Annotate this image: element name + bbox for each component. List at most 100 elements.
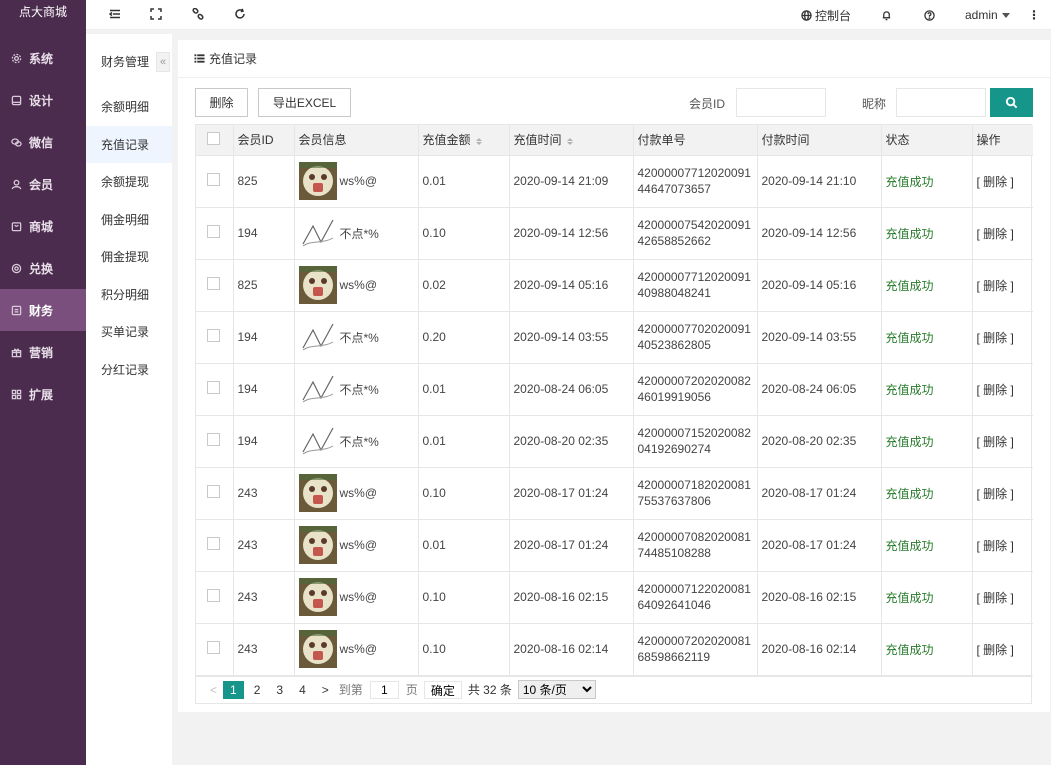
subnav-item-balance-detail[interactable]: 余额明细 — [86, 88, 172, 126]
subnav-item-recharge-record[interactable]: 充值记录 — [86, 125, 172, 163]
nickname-input[interactable] — [896, 88, 986, 117]
export-excel-button[interactable]: 导出EXCEL — [258, 88, 351, 117]
delete-row-link[interactable]: [ 删除 ] — [977, 539, 1014, 553]
row-select-cell — [196, 207, 234, 260]
menu-toggle-icon[interactable] — [108, 7, 122, 21]
sidebar-item-finance[interactable]: 财务 — [0, 289, 86, 331]
column-header-sortable[interactable]: 充值时间 — [509, 125, 634, 156]
row-checkbox[interactable] — [207, 173, 220, 186]
delete-row-link[interactable]: [ 删除 ] — [977, 643, 1014, 657]
subnav-item-balance-withdraw[interactable]: 余额提现 — [86, 163, 172, 201]
status-cell: 充值成功 — [881, 519, 973, 572]
delete-row-link[interactable]: [ 删除 ] — [977, 487, 1014, 501]
delete-row-link[interactable]: [ 删除 ] — [977, 591, 1014, 605]
subnav-header: 财务管理 « — [86, 34, 172, 88]
status-cell: 充值成功 — [881, 259, 973, 312]
subnav-item-points-detail[interactable]: 积分明细 — [86, 276, 172, 314]
table-header-row: 会员ID 会员信息 充值金额 充值时间 付款单号 付款时间 状态 操作 — [196, 125, 1033, 156]
sub-sidebar: 财务管理 « 余额明细 充值记录 余额提现 佣金明细 佣金提现 积分明细 买单记… — [86, 34, 172, 765]
row-checkbox[interactable] — [207, 537, 220, 550]
sidebar-item-label: 会员 — [29, 177, 54, 192]
sidebar-item-marketing[interactable]: 营销 — [0, 331, 86, 373]
row-checkbox[interactable] — [207, 225, 220, 238]
row-checkbox[interactable] — [207, 381, 220, 394]
subnav-item-bill-record[interactable]: 买单记录 — [86, 313, 172, 351]
recharge-time-cell: 2020-08-17 01:24 — [509, 519, 634, 572]
order-no-cell: 4200000720202008168598662119 — [633, 623, 758, 676]
user-menu[interactable]: admin — [965, 0, 1010, 30]
sort-icon[interactable] — [566, 137, 573, 145]
notification-button[interactable] — [881, 0, 895, 30]
recharge-time-cell: 2020-09-14 12:56 — [509, 207, 634, 260]
page-number[interactable]: 4 — [293, 683, 312, 697]
sidebar-item-system[interactable]: 系统 — [0, 37, 86, 79]
page-size-select[interactable]: 10 条/页20 条/页30 条/页40 条/页50 条/页 — [517, 680, 596, 699]
search-button[interactable] — [990, 88, 1033, 117]
row-select-cell — [196, 155, 234, 208]
delete-row-link[interactable]: [ 删除 ] — [977, 175, 1014, 189]
status-cell: 充值成功 — [881, 311, 973, 364]
sidebar-item-label: 兑换 — [29, 261, 54, 276]
sidebar-item-shop[interactable]: 商城 — [0, 205, 86, 247]
main-card: 充值记录 删除 导出EXCEL 会员ID 昵称 会员ID 会员信息 充值金额 充… — [178, 40, 1050, 712]
order-no-cell: 4200000708202008174485108288 — [633, 519, 758, 572]
pay-time-cell: 2020-08-16 02:14 — [757, 623, 882, 676]
delete-row-link[interactable]: [ 删除 ] — [977, 279, 1014, 293]
select-all-checkbox[interactable] — [207, 131, 220, 145]
column-header-sortable[interactable]: 充值金额 — [418, 125, 510, 156]
order-no-cell: 4200000718202008175537637806 — [633, 467, 758, 520]
column-header: 会员ID — [233, 125, 295, 156]
member-info-cell: ws%@ — [294, 467, 419, 520]
page-number[interactable]: 3 — [270, 683, 289, 697]
fullscreen-icon[interactable] — [149, 7, 163, 21]
sidebar-item-exchange[interactable]: 兑换 — [0, 247, 86, 289]
member-id-input[interactable] — [736, 88, 826, 117]
row-checkbox[interactable] — [207, 589, 220, 602]
member-nickname: 不点*% — [339, 382, 379, 397]
sidebar-item-wechat[interactable]: 微信 — [0, 121, 86, 163]
row-checkbox[interactable] — [207, 641, 220, 654]
delete-button[interactable]: 删除 — [195, 88, 248, 117]
row-checkbox[interactable] — [207, 329, 220, 342]
delete-row-link[interactable]: [ 删除 ] — [977, 331, 1014, 345]
member-info-cell: 不点*% — [294, 207, 419, 260]
collapse-icon[interactable]: « — [156, 52, 170, 72]
sidebar-item-extension[interactable]: 扩展 — [0, 373, 86, 415]
total-count: 共 32 条 — [467, 683, 512, 697]
goto-confirm-button[interactable]: 确定 — [423, 680, 462, 699]
main-sidebar: 点大商城 系统 设计 微信 会员 商城 兑换 财务 营销 扩展 — [0, 0, 86, 765]
console-link[interactable]: 控制台 — [801, 0, 851, 30]
subnav-item-dividend-record[interactable]: 分红记录 — [86, 351, 172, 389]
nickname-label: 昵称 — [862, 97, 887, 111]
delete-row-link[interactable]: [ 删除 ] — [977, 383, 1014, 397]
prev-page-button[interactable]: < — [204, 683, 223, 697]
delete-row-link[interactable]: [ 删除 ] — [977, 435, 1014, 449]
table-row: 243 ws%@ 0.01 2020-08-17 01:24 4200000708202… — [196, 519, 1033, 572]
row-checkbox[interactable] — [207, 277, 220, 290]
page-number[interactable]: 2 — [248, 683, 267, 697]
avatar — [298, 630, 337, 668]
refresh-icon[interactable] — [233, 7, 247, 21]
amount-cell: 0.20 — [418, 311, 510, 364]
sidebar-item-design[interactable]: 设计 — [0, 79, 86, 121]
sidebar-item-member[interactable]: 会员 — [0, 163, 86, 205]
row-checkbox[interactable] — [207, 433, 220, 446]
avatar — [298, 474, 337, 512]
delete-row-link[interactable]: [ 删除 ] — [977, 227, 1014, 241]
subnav-item-commission-withdraw[interactable]: 佣金提现 — [86, 238, 172, 276]
next-page-button[interactable]: > — [316, 683, 335, 697]
pay-time-cell: 2020-09-14 05:16 — [757, 259, 882, 312]
table-row: 243 ws%@ 0.10 2020-08-16 02:15 4200000712202… — [196, 571, 1033, 624]
subnav-item-commission-detail[interactable]: 佣金明细 — [86, 201, 172, 239]
sort-icon[interactable] — [475, 137, 482, 145]
link-icon[interactable] — [191, 7, 205, 21]
help-button[interactable] — [924, 0, 938, 30]
wechat-icon — [10, 136, 22, 148]
table-body: 825 ws%@ 0.01 2020-09-14 21:09 4200000771202… — [196, 155, 1033, 676]
row-checkbox[interactable] — [207, 485, 220, 498]
amount-cell: 0.01 — [418, 519, 510, 572]
goto-page-input[interactable] — [369, 680, 399, 699]
more-options-icon[interactable]: ⋮ — [1028, 0, 1040, 30]
list-icon — [194, 54, 205, 63]
page-number[interactable]: 1 — [223, 680, 244, 699]
